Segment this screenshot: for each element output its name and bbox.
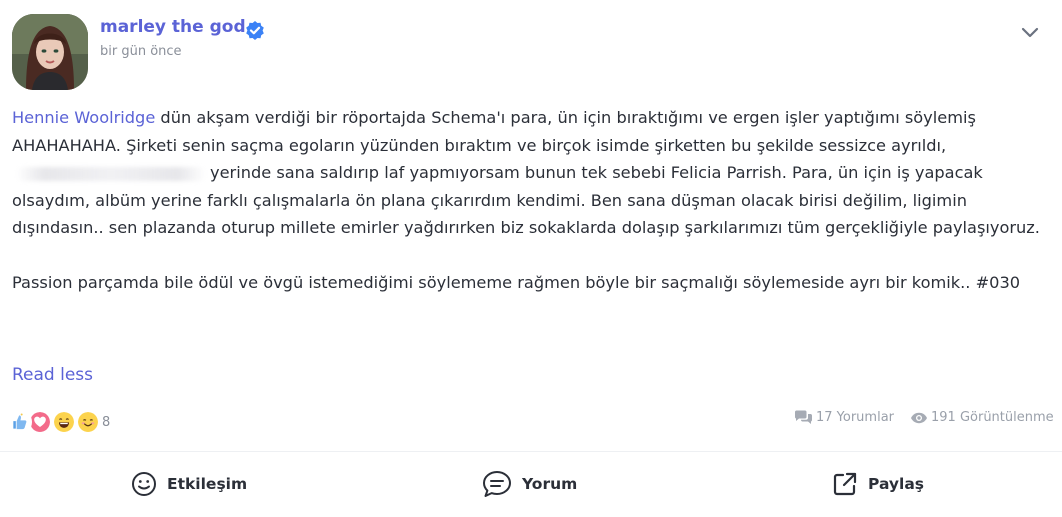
views-stat: 191 Görüntülenme [910, 410, 1054, 425]
post-text: dün akşam verdiği bir röportajda Schema'… [12, 108, 976, 155]
post-card: marley the god bir gün önce Hennie Woolr… [0, 0, 1062, 517]
comments-stat[interactable]: 17 Yorumlar [794, 410, 894, 425]
comments-icon [795, 410, 812, 424]
read-less-link[interactable]: Read less [12, 365, 93, 385]
chevron-down-icon[interactable] [1019, 24, 1041, 42]
post-timestamp: bir gün önce [100, 44, 182, 59]
eye-icon [911, 412, 927, 423]
share-button-label: Paylaş [868, 475, 925, 493]
share-button[interactable]: Paylaş [832, 466, 924, 502]
comment-bubble-icon [483, 471, 511, 497]
reaction-count: 8 [102, 415, 111, 430]
laughing-face-icon [52, 410, 76, 434]
post-paragraph: Hennie Woolridge dün akşam verdiği bir r… [12, 104, 1042, 242]
react-button-label: Etkileşim [167, 475, 248, 493]
smile-icon [132, 472, 156, 496]
verified-badge-icon [246, 21, 264, 40]
user-mention-link[interactable]: Hennie Woolridge [12, 108, 155, 127]
post-body: Hennie Woolridge dün akşam verdiği bir r… [12, 104, 1042, 297]
divider [0, 451, 1062, 452]
thumbs-up-icon [8, 410, 32, 434]
comment-button-label: Yorum [522, 475, 578, 493]
redacted-text [16, 166, 206, 181]
react-button[interactable]: Etkileşim [131, 466, 247, 502]
views-count: 191 Görüntülenme [931, 410, 1054, 425]
avatar-image [12, 14, 88, 90]
comment-button[interactable]: Yorum [482, 466, 577, 502]
author-name[interactable]: marley the god [100, 17, 246, 37]
avatar[interactable] [12, 14, 88, 90]
share-icon [833, 472, 857, 496]
post-paragraph-2: Passion parçamda bile ödül ve övgü istem… [12, 273, 1021, 292]
smiling-face-icon [76, 410, 100, 434]
comments-count: 17 Yorumlar [816, 410, 895, 425]
